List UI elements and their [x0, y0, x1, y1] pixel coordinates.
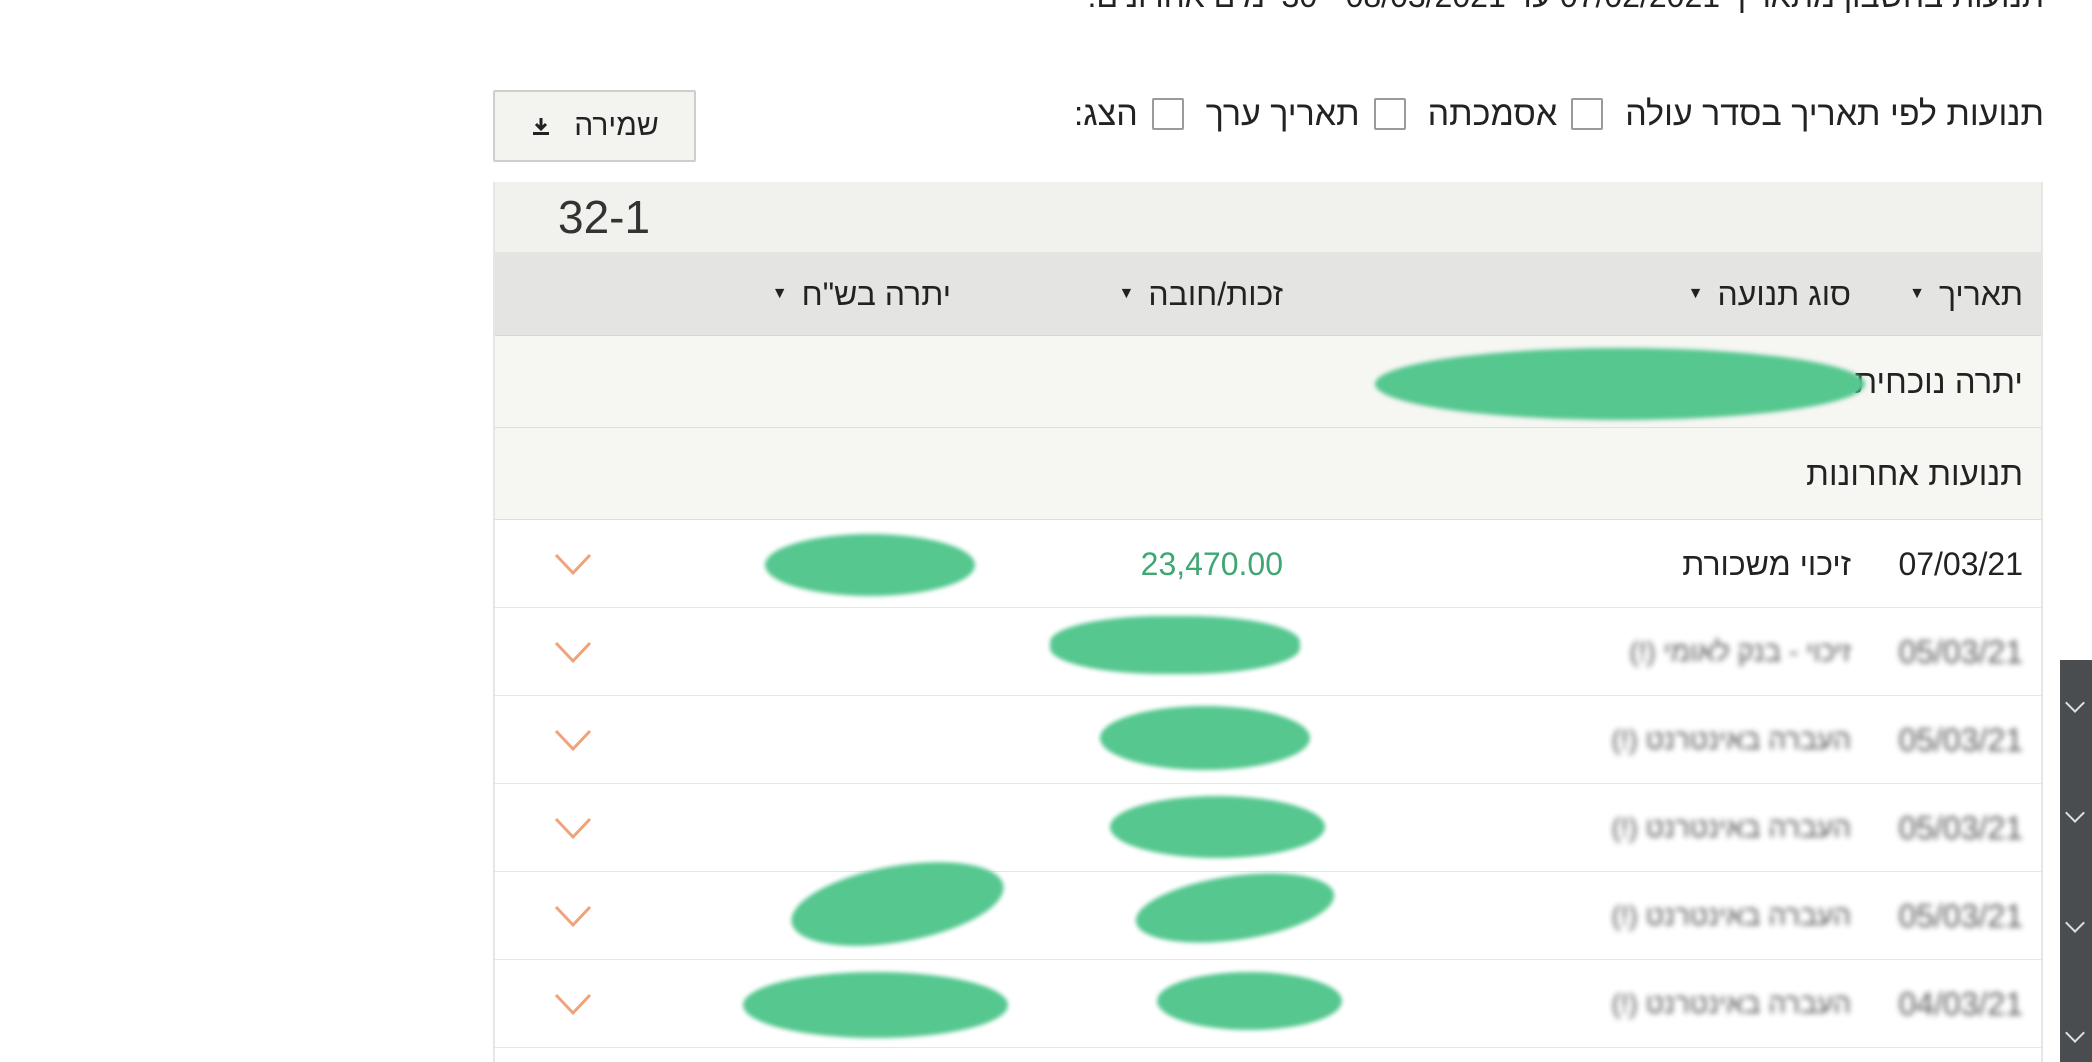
option-value-date[interactable]: תאריך ערך — [1138, 95, 1360, 134]
show-label: הצג: — [1073, 94, 1138, 133]
chevron-icon[interactable] — [2065, 803, 2085, 823]
chevron-down-icon[interactable] — [553, 635, 593, 669]
sort-caret-icon: ▼ — [1909, 285, 1925, 302]
ascending-order-checkbox[interactable] — [1571, 98, 1604, 130]
table-row[interactable]: 05/03/21 העברה באינטרנט (!) — [495, 847, 2041, 961]
row-amount: 23,470.00 — [1140, 545, 1283, 582]
chevron-icon[interactable] — [2065, 1023, 2085, 1043]
row-date: 05/03/21 — [1898, 897, 2023, 934]
side-panel-strip[interactable] — [2060, 660, 2092, 1062]
recent-transactions-label: תנועות אחרונות — [1806, 455, 2023, 492]
redaction-mark — [1375, 348, 1865, 420]
sort-caret-icon: ▼ — [1687, 285, 1704, 302]
chevron-down-icon[interactable] — [553, 547, 593, 581]
column-amount-label: זכות/חובה — [1148, 275, 1283, 312]
sort-caret-icon: ▼ — [771, 285, 788, 302]
row-type: זיכוי - בנק לאומי (!) — [1629, 636, 1851, 667]
value-date-label[interactable]: תאריך ערך — [1206, 95, 1360, 134]
redaction-mark — [765, 534, 975, 596]
display-options: הצג: תאריך ערך אסמכתה תנועות לפי תאריך ב… — [1074, 88, 2044, 140]
table-row[interactable]: 05/03/21 העברה באינטרנט (!) — [495, 696, 2041, 784]
date-range-note: תנועות בחשבון מתאריך 07/02/2021 עד 08/03… — [544, 0, 2044, 15]
row-type: זיכוי משכורת — [1682, 545, 1851, 582]
redaction-mark — [1100, 706, 1310, 770]
column-date[interactable]: תאריך ▼ — [1909, 252, 2023, 336]
row-type: העברה באינטרנט (!) — [1611, 812, 1851, 843]
redaction-mark — [1131, 862, 1339, 954]
value-date-checkbox[interactable] — [1151, 98, 1184, 130]
transactions-table: 32-1 תאריך ▼ סוג תנועה ▼ זכות/חובה ▼ יתר… — [493, 182, 2043, 1062]
table-row[interactable]: 05/03/21 העברה באינטרנט (!) — [495, 784, 2041, 872]
chevron-icon[interactable] — [2065, 693, 2085, 713]
row-date: 05/03/21 — [1898, 721, 2023, 758]
account-number: 32-1 — [558, 191, 651, 243]
download-icon — [533, 118, 550, 135]
redaction-mark — [1157, 972, 1342, 1030]
reference-label[interactable]: אסמכתה — [1428, 95, 1558, 134]
column-amount[interactable]: זכות/חובה ▼ — [1119, 252, 1283, 336]
chevron-icon[interactable] — [2065, 913, 2085, 933]
chevron-down-icon[interactable] — [553, 723, 593, 757]
row-type: העברה באינטרנט (!) — [1611, 988, 1851, 1019]
chevron-down-icon[interactable] — [553, 987, 593, 1021]
chevron-down-icon[interactable] — [553, 899, 593, 933]
column-type[interactable]: סוג תנועה ▼ — [1688, 252, 1851, 336]
table-row[interactable]: 05/03/21 זיכוי - בנק לאומי (!) — [495, 608, 2041, 696]
redaction-mark — [1110, 796, 1325, 858]
table-row[interactable]: 04/03/21 העברה באינטרנט (!) — [495, 960, 2041, 1048]
chevron-down-icon[interactable] — [553, 811, 593, 845]
row-date: 07/03/21 — [1898, 545, 2023, 582]
redaction-mark — [1050, 616, 1300, 674]
redaction-mark — [743, 972, 1008, 1038]
save-button[interactable]: שמירה — [493, 90, 696, 162]
row-date: 05/03/21 — [1898, 809, 2023, 846]
table-row[interactable]: 07/03/21 זיכוי משכורת 23,470.00 — [495, 520, 2041, 608]
account-bar: 32-1 — [495, 182, 2041, 252]
current-balance-label: יתרה נוכחית — [1854, 363, 2023, 400]
ascending-order-label[interactable]: תנועות לפי תאריך בסדר עולה — [1625, 95, 2044, 134]
recent-transactions-row: תנועות אחרונות — [495, 428, 2041, 520]
option-reference[interactable]: אסמכתה — [1360, 95, 1558, 134]
column-type-label: סוג תנועה — [1717, 275, 1852, 312]
row-type: העברה באינטרנט (!) — [1611, 724, 1851, 755]
column-date-label: תאריך — [1938, 275, 2023, 312]
column-balance[interactable]: יתרה בש"ח ▼ — [772, 252, 951, 336]
row-date: 04/03/21 — [1898, 985, 2023, 1022]
table-header: תאריך ▼ סוג תנועה ▼ זכות/חובה ▼ יתרה בש"… — [495, 252, 2041, 336]
row-date: 05/03/21 — [1898, 633, 2023, 670]
option-ascending-order[interactable]: תנועות לפי תאריך בסדר עולה — [1557, 95, 2044, 134]
reference-checkbox[interactable] — [1373, 98, 1406, 130]
save-button-label: שמירה — [574, 109, 659, 142]
row-type: העברה באינטרנט (!) — [1611, 900, 1851, 931]
column-balance-label: יתרה בש"ח — [801, 275, 951, 312]
current-balance-row: יתרה נוכחית — [495, 336, 2041, 428]
sort-caret-icon: ▼ — [1118, 285, 1135, 302]
